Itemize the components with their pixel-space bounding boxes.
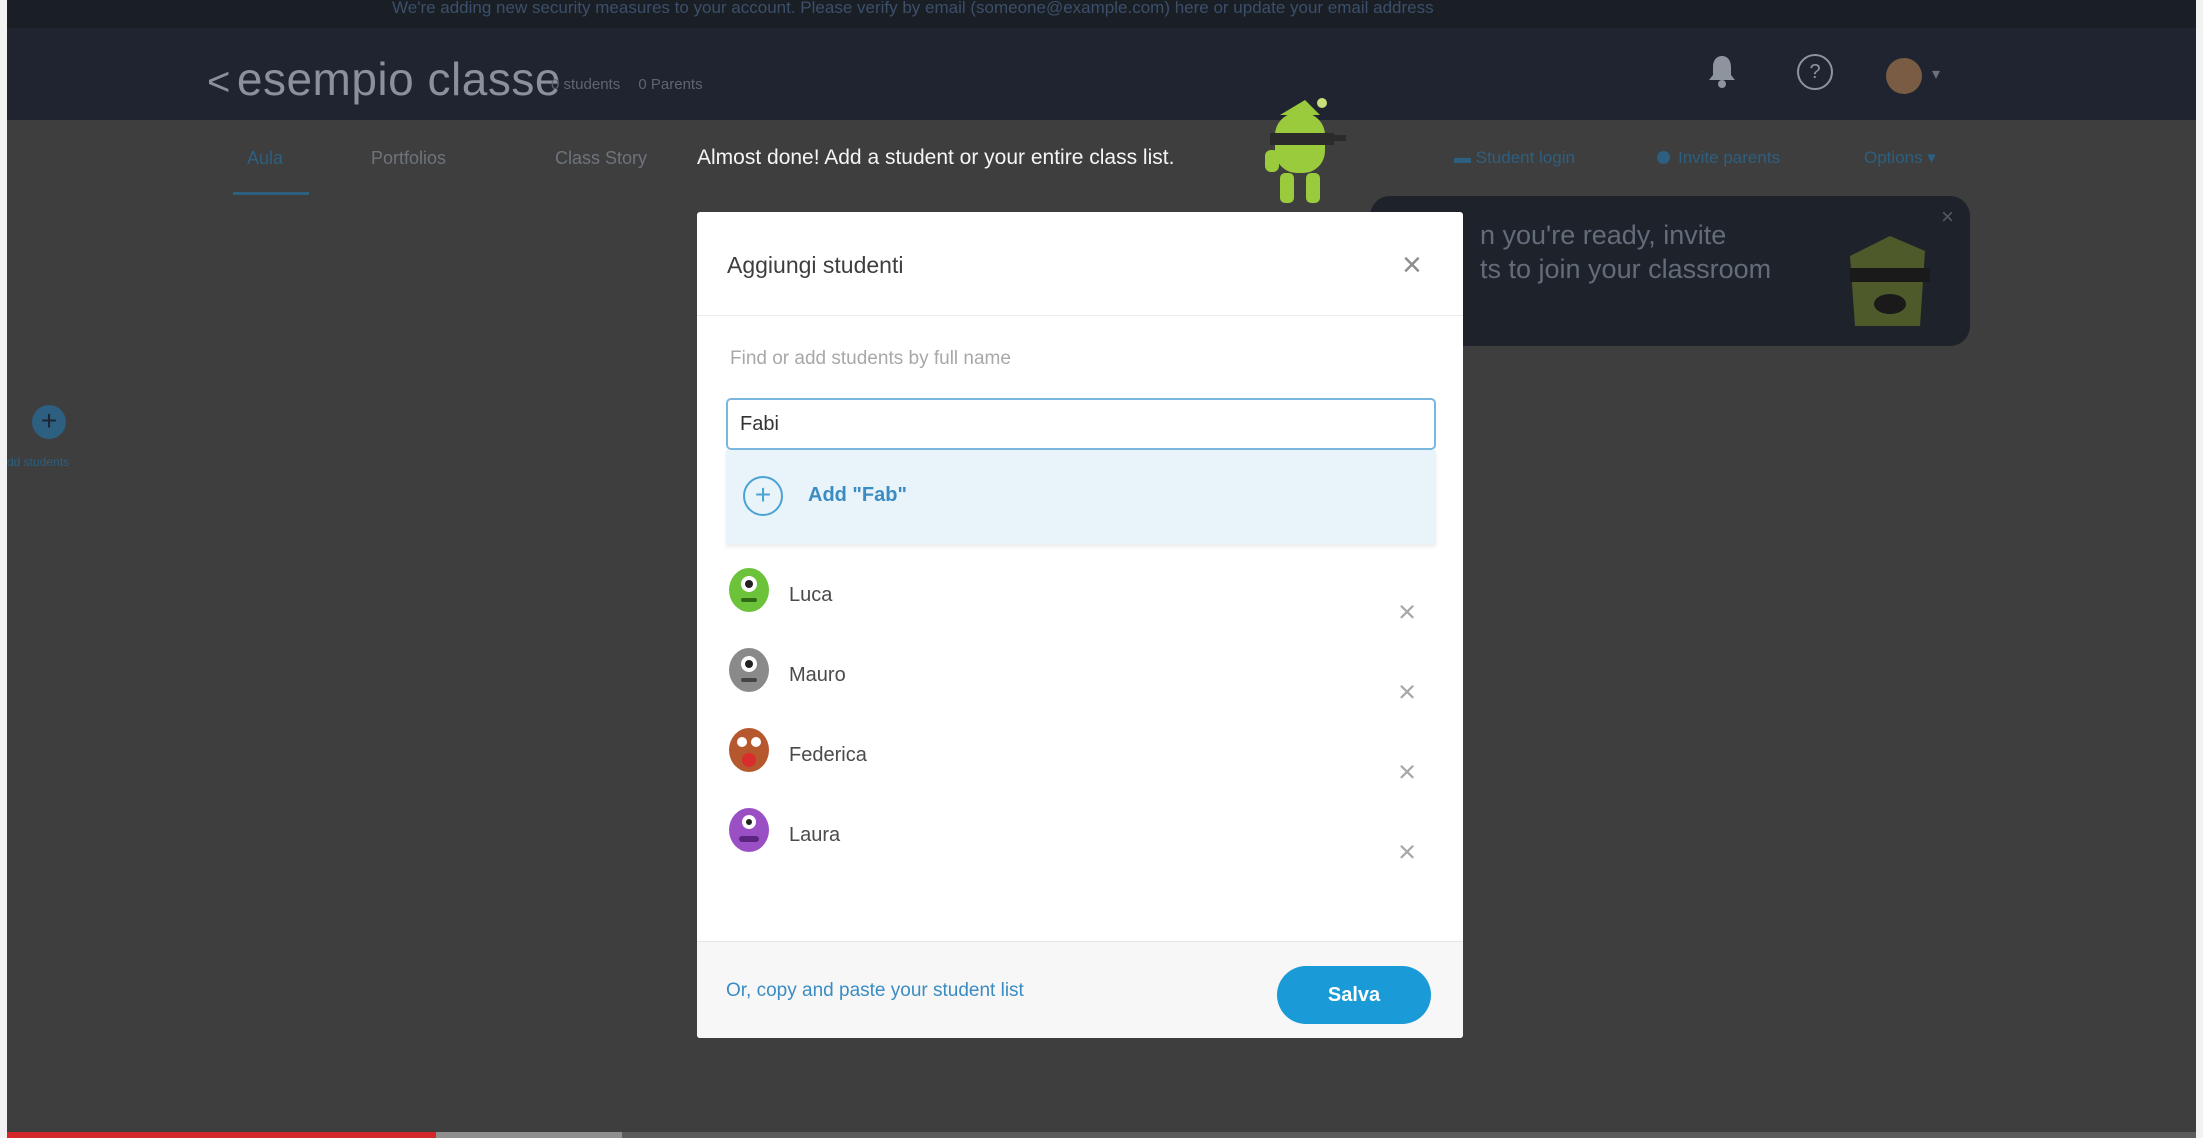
add-suggestion[interactable]: + Add "Fab" bbox=[726, 450, 1436, 544]
student-row: Luca × bbox=[726, 564, 1436, 634]
options-menu[interactable]: Options ▾ bbox=[1864, 148, 1936, 168]
monster-avatar-icon bbox=[729, 728, 769, 772]
help-icon[interactable]: ? bbox=[1797, 54, 1833, 90]
student-login-label: Student login bbox=[1475, 148, 1575, 167]
active-tab-underline bbox=[233, 192, 309, 195]
student-name: Luca bbox=[789, 584, 833, 606]
student-name: Mauro bbox=[789, 664, 846, 686]
chevron-down-icon[interactable]: ▾ bbox=[1932, 64, 1940, 84]
tab-class-story[interactable]: Class Story bbox=[555, 148, 647, 169]
add-suggestion-label: Add "Fab" bbox=[808, 484, 907, 506]
video-progress-buffered bbox=[436, 1132, 623, 1138]
monster-avatar-icon bbox=[729, 808, 769, 852]
onboarding-hint: Almost done! Add a student or your entir… bbox=[697, 146, 1175, 169]
invite-parents-link[interactable]: Invite parents bbox=[1657, 148, 1780, 168]
remove-student-icon[interactable]: × bbox=[1398, 594, 1416, 630]
tooltip-line-2: ts to join your classroom bbox=[1480, 254, 1772, 284]
remove-student-icon[interactable]: × bbox=[1398, 834, 1416, 870]
parents-count: 0 Parents bbox=[638, 76, 703, 93]
modal-title: Aggiungi studenti bbox=[727, 252, 904, 278]
monitor-icon: ▬ bbox=[1454, 148, 1476, 167]
video-progress-bar[interactable] bbox=[7, 1132, 2196, 1138]
close-icon[interactable]: × bbox=[1402, 246, 1422, 285]
save-button[interactable]: Salva bbox=[1277, 966, 1431, 1024]
modal-footer: Or, copy and paste your student list Sal… bbox=[697, 941, 1463, 1038]
student-login-link[interactable]: ▬ Student login bbox=[1454, 148, 1575, 168]
tooltip-line-1: n you're ready, invite bbox=[1480, 220, 1727, 250]
back-chevron-icon[interactable]: < bbox=[207, 60, 231, 104]
add-students-modal: Aggiungi studenti × Find or add students… bbox=[697, 212, 1463, 1038]
student-name: Laura bbox=[789, 824, 841, 846]
student-name-input[interactable]: Fabi bbox=[726, 398, 1436, 450]
tab-portfolios[interactable]: Portfolios bbox=[371, 148, 446, 169]
bell-icon[interactable] bbox=[1707, 54, 1737, 96]
modal-header: Aggiungi studenti × bbox=[697, 212, 1463, 316]
plus-circle-icon: + bbox=[743, 476, 783, 516]
tooltip-close-icon[interactable]: × bbox=[1941, 204, 1954, 230]
top-bar: < esempio classe 0 students 0 Parents ? ▾ bbox=[7, 28, 2196, 120]
remove-student-icon[interactable]: × bbox=[1398, 674, 1416, 710]
student-row: Laura × bbox=[726, 804, 1436, 874]
monster-avatar-icon bbox=[729, 648, 769, 692]
tab-aula[interactable]: Aula bbox=[247, 148, 283, 169]
mascot-ninja-icon bbox=[1265, 98, 1346, 203]
left-frame bbox=[0, 0, 7, 1138]
class-title[interactable]: < esempio classe bbox=[207, 52, 561, 106]
security-banner: We're adding new security measures to yo… bbox=[7, 0, 2196, 28]
monster-avatar-icon bbox=[729, 568, 769, 612]
invite-parents-label: Invite parents bbox=[1678, 148, 1781, 167]
video-progress-played bbox=[7, 1132, 437, 1138]
class-name: esempio classe bbox=[236, 53, 561, 105]
paste-student-list-link[interactable]: Or, copy and paste your student list bbox=[726, 980, 1024, 1002]
tooltip-mascot-icon bbox=[1850, 236, 1930, 326]
students-count: 0 students bbox=[551, 76, 621, 93]
student-row: Federica × bbox=[726, 724, 1436, 794]
student-row: Mauro × bbox=[726, 644, 1436, 714]
add-students-side-label[interactable]: dd students bbox=[7, 455, 69, 469]
invite-icon bbox=[1657, 151, 1670, 164]
right-frame bbox=[2196, 0, 2203, 1138]
add-students-side-button[interactable]: + bbox=[32, 405, 66, 439]
avatar[interactable] bbox=[1886, 58, 1922, 94]
class-meta: 0 students 0 Parents bbox=[551, 76, 717, 93]
student-name: Federica bbox=[789, 744, 867, 766]
remove-student-icon[interactable]: × bbox=[1398, 754, 1416, 790]
find-students-label: Find or add students by full name bbox=[730, 348, 1011, 369]
